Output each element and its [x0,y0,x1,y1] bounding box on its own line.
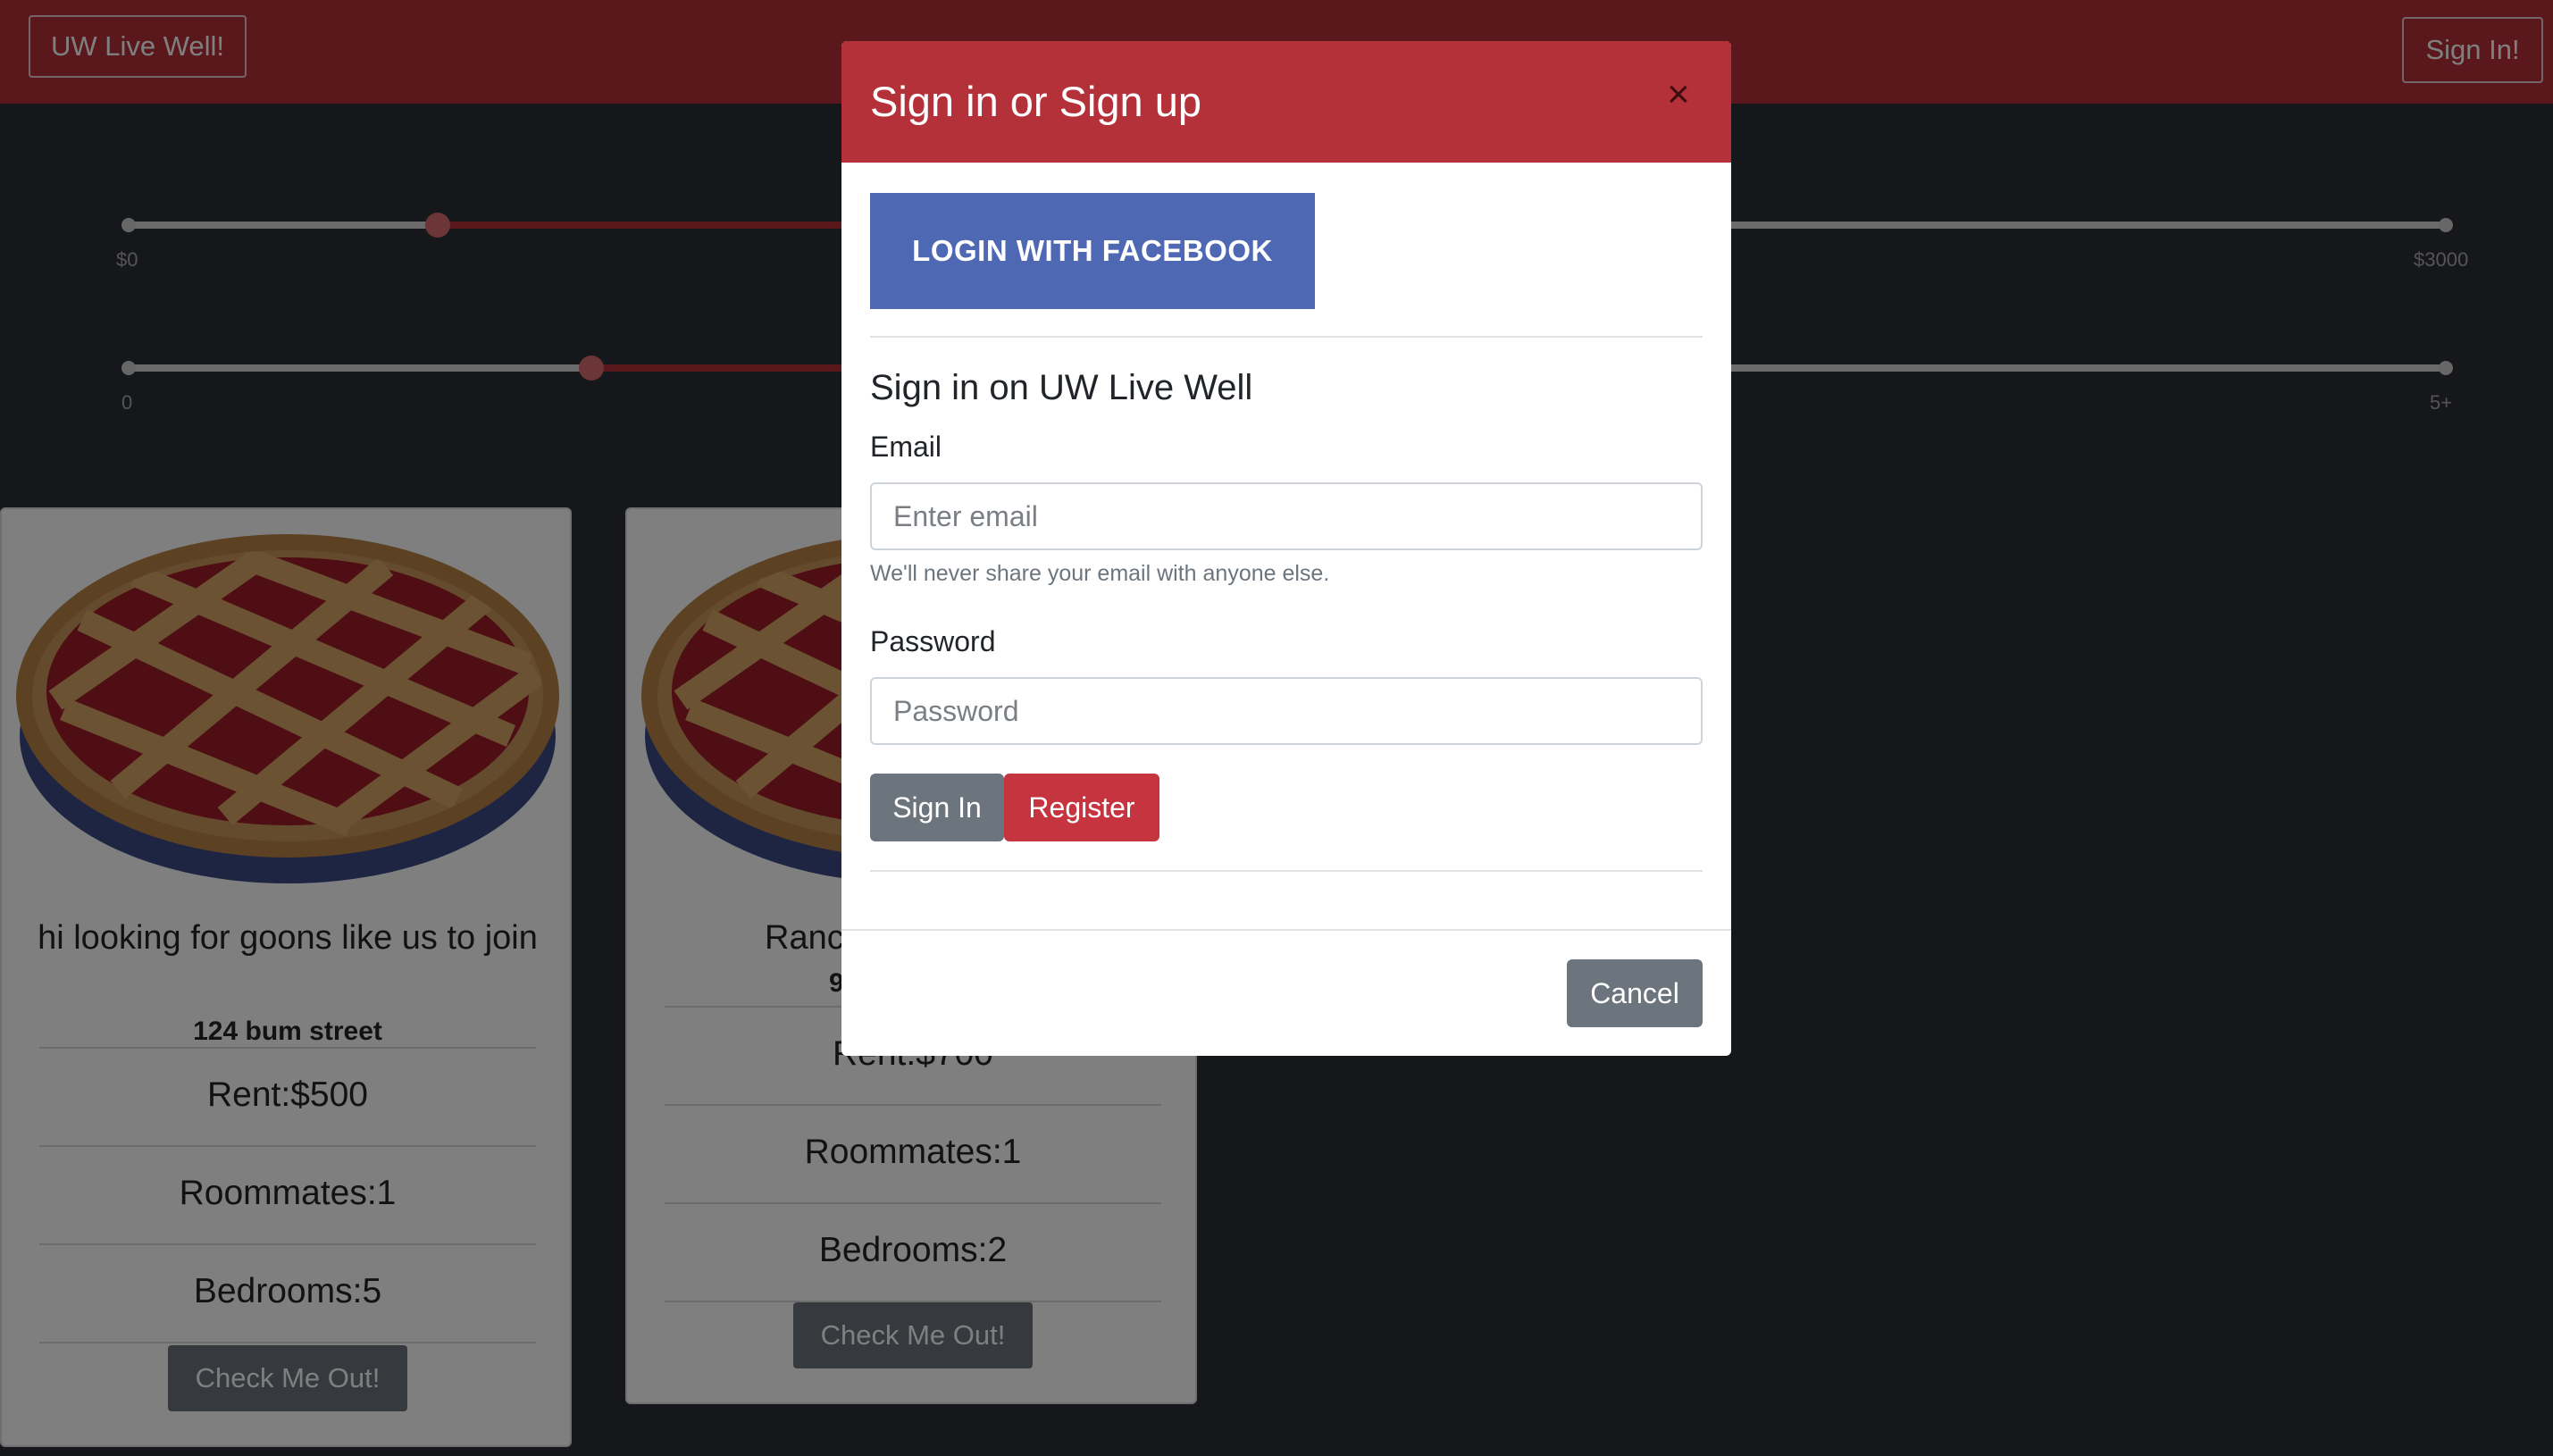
email-field[interactable] [870,482,1703,550]
divider [870,336,1703,338]
signin-subheading: Sign in on UW Live Well [870,368,1253,407]
signin-button[interactable]: Sign In [870,774,1004,841]
password-field[interactable] [870,677,1703,745]
modal-header: Sign in or Sign up × [841,41,1731,163]
close-icon[interactable]: × [1667,75,1690,114]
modal-title: Sign in or Sign up [870,78,1202,125]
password-label: Password [870,625,996,657]
register-button[interactable]: Register [1004,774,1159,841]
facebook-login-button[interactable]: LOGIN WITH FACEBOOK [870,193,1315,309]
divider [870,870,1703,872]
cancel-button[interactable]: Cancel [1567,959,1703,1027]
signin-modal: Sign in or Sign up × LOGIN WITH FACEBOOK… [841,41,1731,1056]
email-label: Email [870,431,942,463]
modal-footer-divider [841,929,1731,931]
email-help-text: We'll never share your email with anyone… [870,561,1330,586]
